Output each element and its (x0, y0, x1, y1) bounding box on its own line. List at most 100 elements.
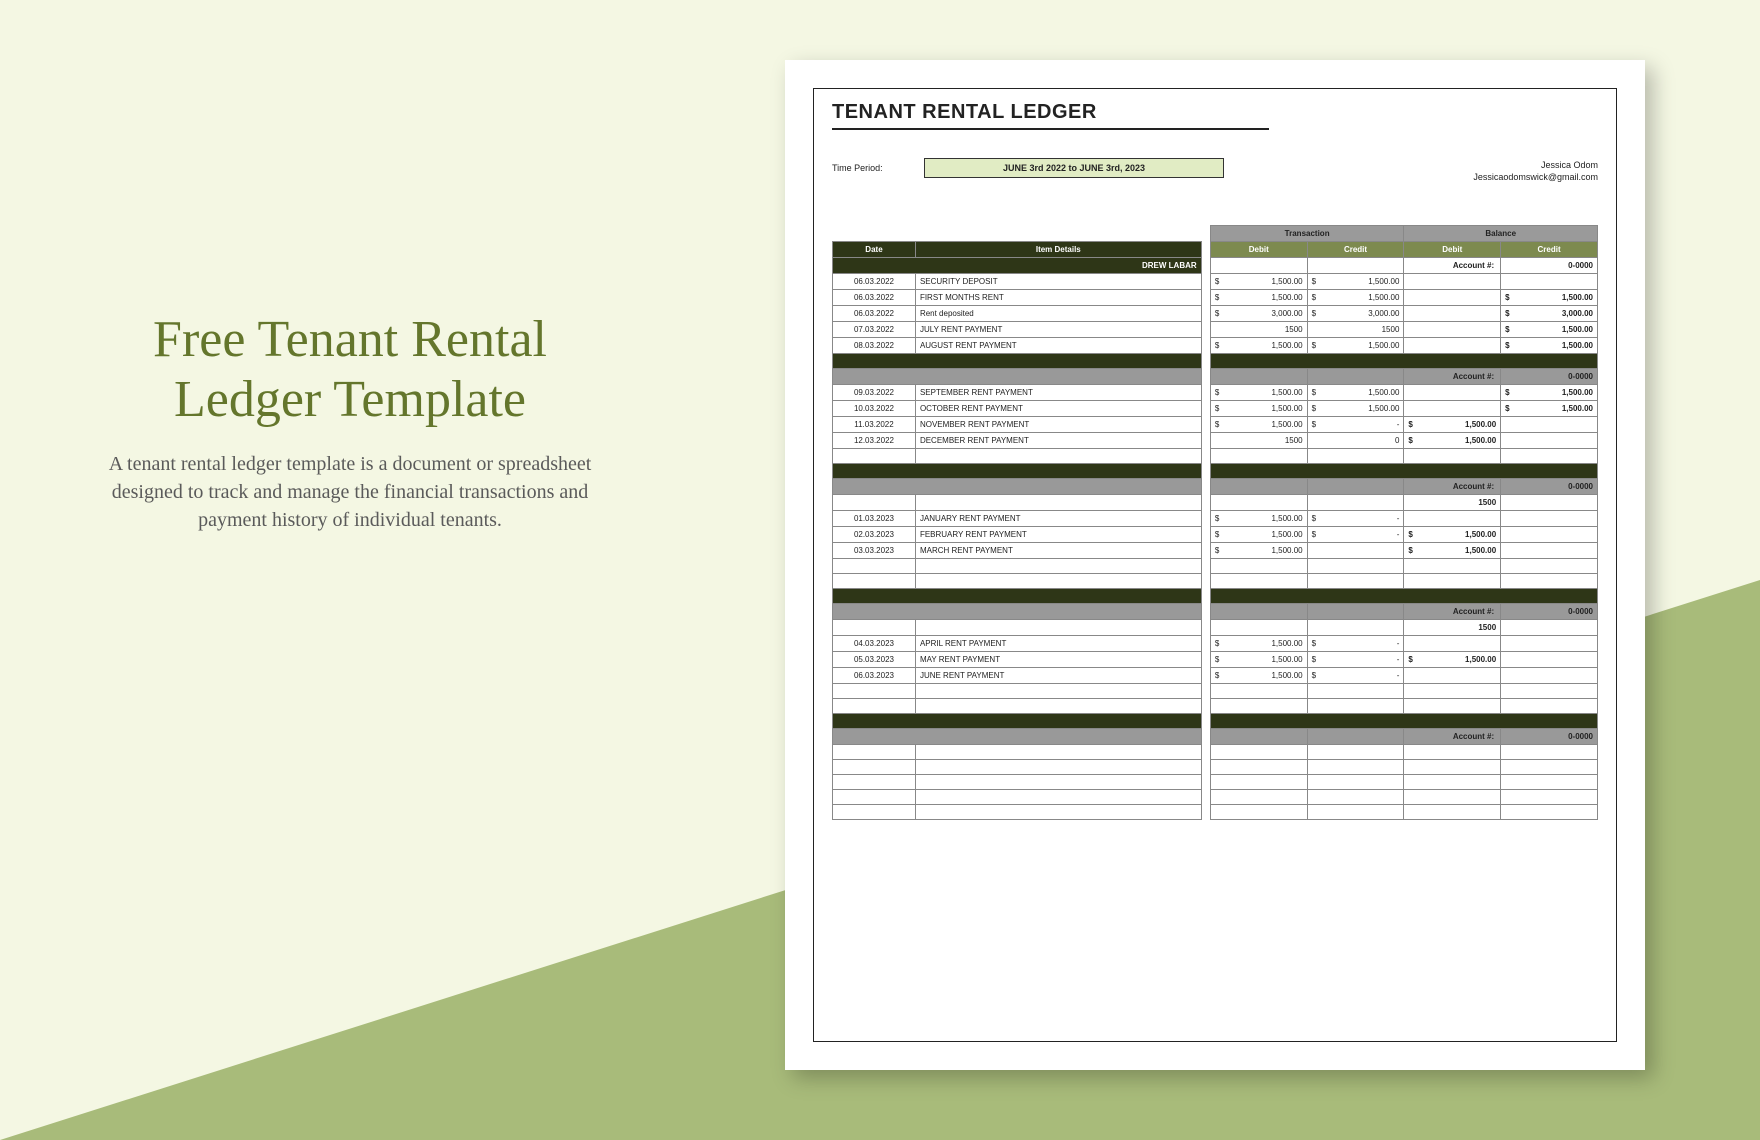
amount-cell: 1500 (1210, 433, 1307, 449)
amount-cell: $1,500.00 (1210, 417, 1307, 433)
date-cell: 10.03.2022 (833, 401, 916, 417)
ledger-row: 06.03.2022SECURITY DEPOSIT$1,500.00$1,50… (833, 274, 1598, 290)
amount-cell (1404, 274, 1501, 290)
ledger-row: 03.03.2023MARCH RENT PAYMENT$1,500.00$1,… (833, 543, 1598, 559)
amount-cell (1501, 511, 1598, 527)
date-cell: 03.03.2023 (833, 543, 916, 559)
amount-cell: $- (1307, 417, 1404, 433)
ledger-row: 11.03.2022NOVEMBER RENT PAYMENT$1,500.00… (833, 417, 1598, 433)
empty-row (833, 760, 1598, 775)
date-cell: 08.03.2022 (833, 338, 916, 354)
amount-cell: $1,500.00 (1501, 385, 1598, 401)
amount-cell (1404, 306, 1501, 322)
empty-row (833, 775, 1598, 790)
page-title: Free Tenant Rental Ledger Template (80, 310, 620, 430)
amount-cell: $1,500.00 (1210, 274, 1307, 290)
amount-cell (1404, 636, 1501, 652)
ledger-row: 09.03.2022SEPTEMBER RENT PAYMENT$1,500.0… (833, 385, 1598, 401)
amount-cell (1501, 417, 1598, 433)
item-cell: APRIL RENT PAYMENT (915, 636, 1201, 652)
amount-cell: $1,500.00 (1210, 338, 1307, 354)
item-cell: FEBRUARY RENT PAYMENT (915, 527, 1201, 543)
amount-cell: $1,500.00 (1210, 668, 1307, 684)
date-cell: 07.03.2022 (833, 322, 916, 338)
hdr-balance: Balance (1404, 226, 1598, 242)
date-cell: 06.03.2023 (833, 668, 916, 684)
amount-cell: 0 (1307, 433, 1404, 449)
item-cell: Rent deposited (915, 306, 1201, 322)
hdr-transaction: Transaction (1210, 226, 1404, 242)
amount-cell: $1,500.00 (1404, 527, 1501, 543)
date-cell: 06.03.2022 (833, 290, 916, 306)
amount-cell (1404, 511, 1501, 527)
item-cell: MARCH RENT PAYMENT (915, 543, 1201, 559)
amount-cell (1307, 543, 1404, 559)
date-cell: 02.03.2023 (833, 527, 916, 543)
amount-cell (1404, 322, 1501, 338)
doc-title: TENANT RENTAL LEDGER (832, 101, 1269, 130)
extra-1500-row-1: 1500 (833, 495, 1598, 511)
ledger-document: TENANT RENTAL LEDGER Time Period: JUNE 3… (785, 60, 1645, 1070)
account-row-1: DREW LABAR Account #: 0-0000 (833, 258, 1598, 274)
time-period-label: Time Period: (832, 163, 924, 173)
amount-cell: $1,500.00 (1210, 290, 1307, 306)
amount-cell: $1,500.00 (1307, 385, 1404, 401)
amount-cell (1404, 401, 1501, 417)
amount-cell: $1,500.00 (1501, 401, 1598, 417)
ledger-row: 04.03.2023APRIL RENT PAYMENT$1,500.00$- (833, 636, 1598, 652)
amount-cell: $1,500.00 (1210, 385, 1307, 401)
empty-row (833, 790, 1598, 805)
amount-cell: $- (1307, 652, 1404, 668)
item-cell: AUGUST RENT PAYMENT (915, 338, 1201, 354)
hdr-tx-debit: Debit (1210, 242, 1307, 258)
header-row-cols: Date Item Details Debit Credit Debit Cre… (833, 242, 1598, 258)
item-cell: JUNE RENT PAYMENT (915, 668, 1201, 684)
empty-row (833, 745, 1598, 760)
item-cell: NOVEMBER RENT PAYMENT (915, 417, 1201, 433)
amount-cell: $1,500.00 (1210, 527, 1307, 543)
promo-text-block: Free Tenant Rental Ledger Template A ten… (80, 310, 620, 534)
ledger-table: Transaction Balance Date Item Details De… (832, 225, 1598, 820)
account-num: 0-0000 (1501, 258, 1598, 274)
hdr-bal-debit: Debit (1404, 242, 1501, 258)
ledger-row: 06.03.2023JUNE RENT PAYMENT $1,500.00$- (833, 668, 1598, 684)
empty-row (833, 684, 1598, 699)
amount-cell: $1,500.00 (1404, 652, 1501, 668)
amount-cell (1501, 433, 1598, 449)
date-cell: 06.03.2022 (833, 274, 916, 290)
header-row-groups: Transaction Balance (833, 226, 1598, 242)
divider-2 (833, 464, 1598, 479)
amount-cell: $3,000.00 (1307, 306, 1404, 322)
amount-cell: $- (1307, 527, 1404, 543)
amount-cell: $1,500.00 (1210, 511, 1307, 527)
item-cell: MAY RENT PAYMENT (915, 652, 1201, 668)
amount-cell (1404, 290, 1501, 306)
ledger-row: 10.03.2022OCTOBER RENT PAYMENT$1,500.00$… (833, 401, 1598, 417)
date-cell: 01.03.2023 (833, 511, 916, 527)
item-cell: FIRST MONTHS RENT (915, 290, 1201, 306)
account-label: Account #: (1404, 258, 1501, 274)
account-row-2: Account #: 0-0000 (833, 369, 1598, 385)
item-cell: SEPTEMBER RENT PAYMENT (915, 385, 1201, 401)
ledger-row: 08.03.2022AUGUST RENT PAYMENT$1,500.00$1… (833, 338, 1598, 354)
account-row-5: Account #: 0-0000 (833, 729, 1598, 745)
account-row-4: Account #: 0-0000 (833, 604, 1598, 620)
amount-cell: $3,000.00 (1210, 306, 1307, 322)
date-cell: 12.03.2022 (833, 433, 916, 449)
empty-row (833, 574, 1598, 589)
item-cell: JANUARY RENT PAYMENT (915, 511, 1201, 527)
item-cell: SECURITY DEPOSIT (915, 274, 1201, 290)
ledger-row: 01.03.2023JANUARY RENT PAYMENT$1,500.00$… (833, 511, 1598, 527)
amount-cell (1404, 385, 1501, 401)
amount-cell (1404, 338, 1501, 354)
time-period-value: JUNE 3rd 2022 to JUNE 3rd, 2023 (924, 158, 1224, 178)
amount-cell: $1,500.00 (1210, 543, 1307, 559)
ledger-row: 05.03.2023MAY RENT PAYMENT$1,500.00$-$1,… (833, 652, 1598, 668)
amount-cell: $- (1307, 668, 1404, 684)
hdr-item: Item Details (915, 242, 1201, 258)
ledger-row: 07.03.2022JULY RENT PAYMENT15001500$1,50… (833, 322, 1598, 338)
amount-cell: $- (1307, 636, 1404, 652)
hdr-tx-credit: Credit (1307, 242, 1404, 258)
amount-cell: $1,500.00 (1210, 636, 1307, 652)
amount-cell: 1500 (1307, 322, 1404, 338)
